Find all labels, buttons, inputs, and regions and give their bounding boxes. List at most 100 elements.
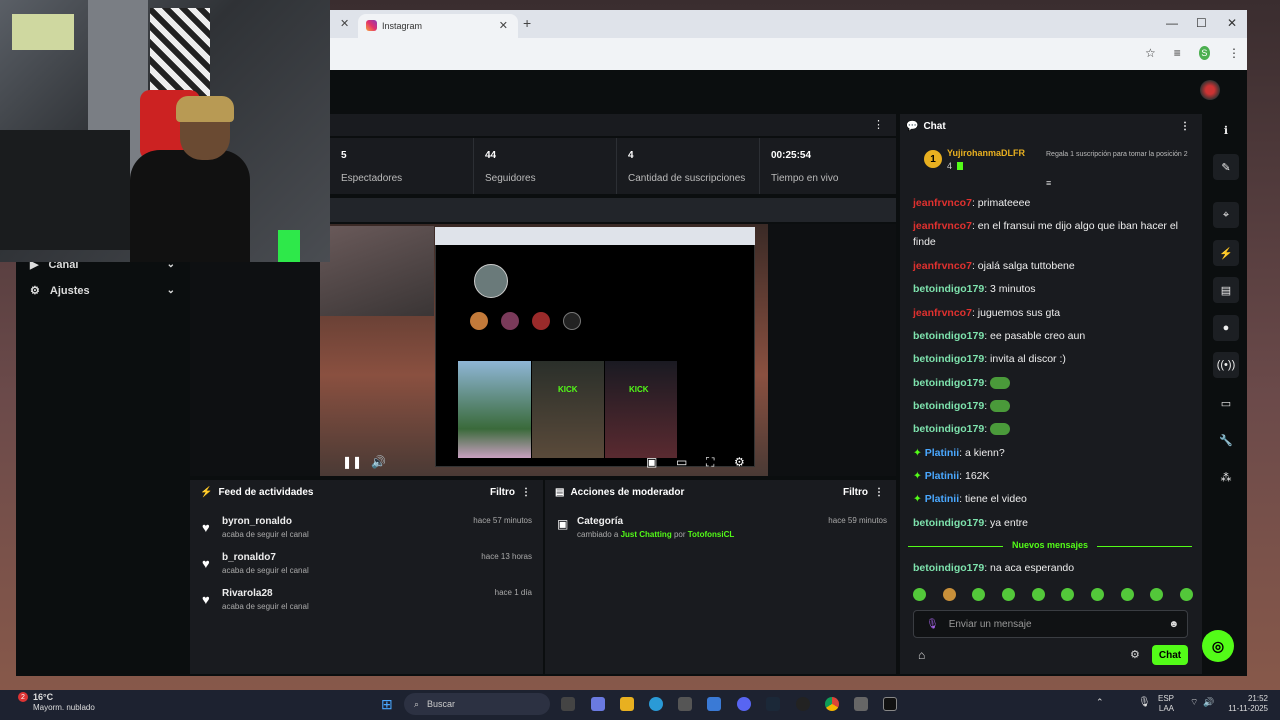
emote-icon[interactable] — [1150, 588, 1164, 601]
minimize-button[interactable]: — — [1166, 16, 1178, 30]
new-tab-button[interactable]: + — [523, 15, 531, 31]
pencil-icon[interactable]: ✎ — [1213, 154, 1239, 180]
emote-icon[interactable] — [1179, 588, 1193, 601]
steam-icon[interactable] — [766, 697, 780, 711]
app-icon[interactable] — [591, 697, 605, 711]
microphone-icon[interactable]: 🎙 — [1138, 697, 1151, 708]
chrome-icon[interactable] — [825, 697, 839, 711]
user-avatar[interactable] — [1200, 80, 1220, 100]
broadcast-icon[interactable]: ((•)) — [1213, 352, 1239, 378]
microphone-icon[interactable]: 🎙 — [926, 619, 939, 630]
fullscreen-icon[interactable]: ⛶ — [706, 455, 714, 470]
profile-avatar[interactable]: S — [1198, 46, 1210, 60]
dashboard-topbar — [330, 70, 1247, 110]
reading-list-icon[interactable]: ≡ — [1174, 46, 1181, 60]
chat-username[interactable]: betoindigo179 — [913, 330, 984, 342]
epic-games-icon[interactable] — [883, 697, 897, 711]
weather-widget[interactable]: 16°C Mayorm. nublado — [33, 692, 95, 713]
layout-icon[interactable]: ▭ — [1213, 390, 1239, 416]
theater-icon[interactable]: ▭ — [676, 455, 687, 469]
menu-kebab-icon[interactable]: ⋮ — [1180, 121, 1190, 132]
settings-gear-icon[interactable] — [854, 697, 868, 711]
feed-user[interactable]: byron_ronaldo — [222, 516, 292, 527]
emote-icon[interactable] — [1061, 588, 1075, 601]
menu-kebab-icon[interactable]: ⋮ — [521, 487, 531, 498]
chat-username[interactable]: betoindigo179 — [913, 400, 984, 412]
chat-username[interactable]: Platinii — [925, 493, 959, 505]
send-chat-button[interactable]: Chat — [1152, 645, 1188, 665]
focus-icon[interactable]: ⌖ — [1213, 202, 1239, 228]
taskbar-search[interactable]: ⌕ Buscar — [404, 693, 550, 715]
filter-button[interactable]: Filtro — [490, 487, 515, 498]
emote-icon[interactable] — [972, 588, 986, 601]
pause-icon[interactable]: ❚❚ — [342, 455, 362, 469]
store-icon[interactable]: ⌂ — [918, 648, 925, 662]
feed-user[interactable]: Rivarola28 — [222, 588, 273, 599]
support-button[interactable]: ◎ — [1202, 630, 1234, 662]
emote-icon[interactable] — [1001, 588, 1015, 601]
close-window-button[interactable]: ✕ — [1227, 16, 1237, 30]
emote-icon[interactable] — [913, 588, 926, 601]
store-icon[interactable] — [678, 697, 692, 711]
chat-username[interactable]: betoindigo179 — [913, 562, 984, 574]
nodes-icon[interactable]: ⁂ — [1213, 464, 1239, 490]
chat-username[interactable]: Platinii — [925, 470, 959, 482]
close-tab-icon[interactable]: ✕ — [499, 19, 508, 32]
chat-username[interactable]: jeanfrvnco7 — [913, 197, 972, 209]
emote-icon[interactable] — [1090, 588, 1104, 601]
address-bar[interactable] — [330, 38, 1247, 70]
browser-tab-instagram[interactable]: Instagram ✕ — [358, 14, 518, 38]
emote-icon[interactable] — [1120, 588, 1134, 601]
moderator-user-link[interactable]: TotofonsiCL — [688, 530, 735, 539]
chat-input[interactable]: 🎙 Enviar un mensaje ☻ — [913, 610, 1188, 638]
collapse-icon[interactable]: ≡ — [1046, 178, 1051, 188]
pip-icon[interactable]: ▣ — [646, 455, 657, 469]
chat-username[interactable]: betoindigo179 — [913, 377, 984, 389]
clock[interactable]: 21:52 11-11-2025 — [1222, 694, 1268, 714]
menu-kebab-icon[interactable]: ⋮ — [874, 487, 884, 498]
chevron-up-icon[interactable]: ⌃ — [1096, 697, 1104, 708]
chat-message: jeanfrvnco7: primateeee — [913, 197, 1031, 209]
windows-start-icon[interactable]: ⊞ — [381, 696, 393, 713]
new-messages-divider[interactable]: Nuevos mensajes — [908, 540, 1192, 552]
close-tab-icon[interactable]: ✕ — [340, 17, 349, 30]
chat-username[interactable]: betoindigo179 — [913, 353, 984, 365]
lightning-icon[interactable]: ⚡ — [1213, 240, 1239, 266]
menu-kebab-icon[interactable]: ⋮ — [873, 118, 884, 131]
chat-username[interactable]: jeanfrvnco7 — [913, 307, 972, 319]
settings-gear-icon[interactable]: ⚙ — [734, 455, 745, 469]
edge-icon[interactable] — [649, 697, 663, 711]
chat-username[interactable]: betoindigo179 — [913, 423, 984, 435]
maximize-button[interactable]: ☐ — [1196, 16, 1207, 30]
sidebar-item-ajustes[interactable]: ⚙ Ajustes ⌄ — [30, 284, 175, 298]
star-icon[interactable]: ☆ — [1145, 46, 1156, 60]
settings-gear-icon[interactable]: ⚙ — [1130, 648, 1140, 661]
document-icon[interactable]: ▤ — [1213, 277, 1239, 303]
chat-username[interactable]: betoindigo179 — [913, 283, 984, 295]
discord-icon[interactable] — [737, 697, 751, 711]
feed-user[interactable]: b_ronaldo7 — [222, 552, 276, 563]
chat-username[interactable]: Platinii — [925, 447, 959, 459]
filter-button[interactable]: Filtro — [843, 487, 868, 498]
network-icon[interactable]: ⌔ — [1190, 697, 1198, 708]
chat-username[interactable]: betoindigo179 — [913, 517, 984, 529]
chat-username[interactable]: jeanfrvnco7 — [913, 220, 972, 232]
category-link[interactable]: Just Chatting — [621, 530, 672, 539]
emote-icon[interactable] — [1031, 588, 1045, 601]
emote-icon[interactable] — [942, 588, 956, 601]
pinned-user[interactable]: YujirohanmaDLFR — [947, 148, 1025, 158]
chat-bubble-icon[interactable]: ● — [1213, 315, 1239, 341]
info-icon[interactable]: ℹ — [1213, 117, 1239, 143]
folder-icon[interactable] — [620, 697, 634, 711]
menu-kebab-icon[interactable]: ⋮ — [1228, 46, 1240, 60]
language-indicator[interactable]: ESP LAA — [1158, 694, 1174, 714]
emoji-icon[interactable]: ☻ — [1168, 619, 1179, 630]
volume-icon[interactable]: 🔊 — [371, 455, 386, 469]
chat-username[interactable]: jeanfrvnco7 — [913, 260, 972, 272]
task-view-icon[interactable] — [561, 697, 575, 711]
wrench-icon[interactable]: 🔧 — [1213, 427, 1239, 453]
outlook-icon[interactable] — [707, 697, 721, 711]
volume-icon[interactable]: 🔊 — [1203, 697, 1214, 708]
chat-text: a kienn? — [965, 447, 1005, 459]
obs-icon[interactable] — [796, 697, 810, 711]
